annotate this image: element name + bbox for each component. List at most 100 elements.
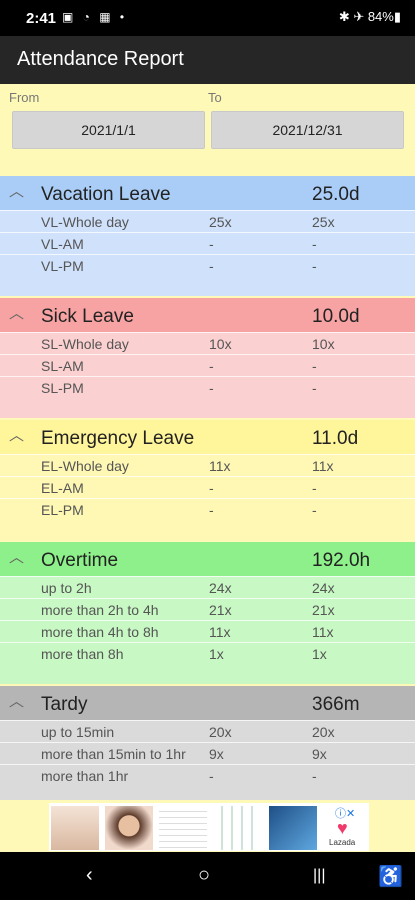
row-label: VL-PM xyxy=(41,258,84,274)
row-total: 10x xyxy=(312,336,335,352)
ad-brand[interactable]: Lazada xyxy=(329,838,355,847)
row-count: - xyxy=(209,768,214,784)
from-date-button[interactable]: 2021/1/1 xyxy=(12,111,205,149)
home-icon[interactable]: ○ xyxy=(198,864,210,887)
row-count: - xyxy=(209,358,214,374)
app-bar: Attendance Report xyxy=(0,36,415,84)
section-total: 192.0h xyxy=(312,550,371,571)
section-title: Vacation Leave xyxy=(41,184,171,205)
row-total: - xyxy=(312,502,317,518)
ad-image[interactable] xyxy=(269,806,317,850)
row-count: 1x xyxy=(209,646,224,662)
table-row: VL-Whole day 25x 25x xyxy=(0,210,415,232)
row-total: 9x xyxy=(312,746,327,762)
accessibility-icon[interactable]: ♿ xyxy=(378,864,403,889)
table-row: EL-AM - - xyxy=(0,476,415,498)
table-row: SL-Whole day 10x 10x xyxy=(0,332,415,354)
chevron-up-icon[interactable]: ︿ xyxy=(9,180,24,201)
ad-content[interactable]: ⓘ✕ ♥ Lazada xyxy=(49,803,369,851)
section-sick-leave: ︿ Sick Leave 10.0d SL-Whole day 10x 10x … xyxy=(0,298,415,418)
row-count: - xyxy=(209,480,214,496)
table-row: more than 1hr - - xyxy=(0,764,415,786)
row-label: more than 2h to 4h xyxy=(41,602,159,618)
section-total: 25.0d xyxy=(312,184,360,205)
ad-banner[interactable]: ⓘ✕ ♥ Lazada xyxy=(0,800,415,852)
row-count: 11x xyxy=(209,458,231,474)
section-header-emergency[interactable]: ︿ Emergency Leave 11.0d xyxy=(0,420,415,454)
table-row: more than 4h to 8h 11x 11x xyxy=(0,620,415,642)
page-title: Attendance Report xyxy=(17,48,184,70)
row-count: 21x xyxy=(209,602,232,618)
table-row: more than 2h to 4h 21x 21x xyxy=(0,598,415,620)
section-title: Tardy xyxy=(41,694,88,715)
row-total: - xyxy=(312,236,317,252)
row-total: - xyxy=(312,380,317,396)
row-total: 21x xyxy=(312,602,335,618)
chevron-up-icon[interactable]: ︿ xyxy=(9,546,24,567)
row-total: 1x xyxy=(312,646,327,662)
row-total: 20x xyxy=(312,724,335,740)
table-row: EL-Whole day 11x 11x xyxy=(0,454,415,476)
row-label: more than 4h to 8h xyxy=(41,624,159,640)
row-total: 25x xyxy=(312,214,335,230)
table-row: up to 15min 20x 20x xyxy=(0,720,415,742)
row-label: SL-AM xyxy=(41,358,84,374)
row-total: 24x xyxy=(312,580,335,596)
table-row: VL-AM - - xyxy=(0,232,415,254)
section-title: Emergency Leave xyxy=(41,428,195,449)
row-total: - xyxy=(312,480,317,496)
chevron-up-icon[interactable]: ︿ xyxy=(9,424,24,445)
table-row: EL-PM - - xyxy=(0,498,415,520)
row-count: 9x xyxy=(209,746,224,762)
table-row: more than 8h 1x 1x xyxy=(0,642,415,664)
row-label: up to 2h xyxy=(41,580,92,596)
from-label: From xyxy=(9,90,40,105)
status-bar: 2:41 ▣ ◔ ▦ • ✱ ✈ 84%▮ xyxy=(0,0,415,36)
to-date-button[interactable]: 2021/12/31 xyxy=(211,111,404,149)
section-tardy: ︿ Tardy 366m up to 15min 20x 20x more th… xyxy=(0,686,415,800)
row-label: SL-PM xyxy=(41,380,84,396)
ad-image[interactable] xyxy=(105,806,153,850)
row-count: 24x xyxy=(209,580,232,596)
recents-icon[interactable]: ||| xyxy=(313,867,325,885)
system-nav-bar: ‹ ○ ||| ♿ xyxy=(0,852,415,900)
section-title: Overtime xyxy=(41,550,119,571)
row-count: - xyxy=(209,258,214,274)
section-header-tardy[interactable]: ︿ Tardy 366m xyxy=(0,686,415,720)
section-title: Sick Leave xyxy=(41,306,134,327)
chevron-up-icon[interactable]: ︿ xyxy=(9,302,24,323)
section-header-sick[interactable]: ︿ Sick Leave 10.0d xyxy=(0,298,415,332)
row-count: 11x xyxy=(209,624,231,640)
row-count: - xyxy=(209,502,214,518)
section-total: 10.0d xyxy=(312,306,360,327)
to-label: To xyxy=(208,90,222,105)
chevron-up-icon[interactable]: ︿ xyxy=(9,690,24,711)
ad-image[interactable] xyxy=(159,806,207,850)
ad-image[interactable] xyxy=(51,806,99,850)
status-time: 2:41 xyxy=(26,10,57,27)
row-label: VL-AM xyxy=(41,236,84,252)
row-label: more than 15min to 1hr xyxy=(41,746,186,762)
row-total: - xyxy=(312,768,317,784)
section-vacation-leave: ︿ Vacation Leave 25.0d VL-Whole day 25x … xyxy=(0,176,415,296)
row-label: more than 1hr xyxy=(41,768,129,784)
table-row: SL-PM - - xyxy=(0,376,415,398)
back-icon[interactable]: ‹ xyxy=(86,864,93,887)
row-total: 11x xyxy=(312,624,334,640)
system-icons: ✱ ✈ 84%▮ xyxy=(338,9,401,24)
row-count: - xyxy=(209,380,214,396)
section-overtime: ︿ Overtime 192.0h up to 2h 24x 24x more … xyxy=(0,542,415,684)
row-count: 20x xyxy=(209,724,232,740)
heart-icon: ♥ xyxy=(337,818,348,838)
section-header-overtime[interactable]: ︿ Overtime 192.0h xyxy=(0,542,415,576)
section-header-vacation[interactable]: ︿ Vacation Leave 25.0d xyxy=(0,176,415,210)
table-row: VL-PM - - xyxy=(0,254,415,276)
row-label: more than 8h xyxy=(41,646,124,662)
row-total: - xyxy=(312,258,317,274)
ad-image[interactable] xyxy=(213,806,261,850)
row-count: 25x xyxy=(209,214,232,230)
section-total: 11.0d xyxy=(312,428,359,449)
row-label: SL-Whole day xyxy=(41,336,129,352)
row-label: EL-AM xyxy=(41,480,84,496)
row-count: 10x xyxy=(209,336,232,352)
